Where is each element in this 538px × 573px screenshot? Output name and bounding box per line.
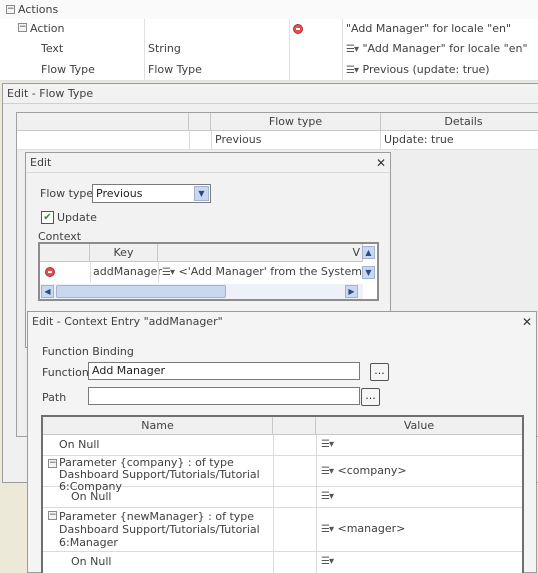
- context-entry-dialog: Edit - Context Entry "addManager" ✕ Func…: [27, 311, 537, 573]
- list-edit-icon[interactable]: ☰▾: [346, 39, 359, 60]
- scroll-left-icon[interactable]: ◀: [41, 285, 54, 298]
- scroll-down-icon[interactable]: ▼: [362, 266, 375, 279]
- horizontal-scrollbar[interactable]: ◀ ▶: [40, 284, 363, 299]
- chevron-down-icon[interactable]: ▼: [194, 186, 209, 201]
- col-key: Key: [90, 244, 158, 262]
- grid-row-actions[interactable]: − Actions: [0, 0, 538, 20]
- flow-type-select[interactable]: Previous ▼: [92, 184, 211, 203]
- row-name: Action: [30, 22, 65, 35]
- list-edit-icon[interactable]: ☰▾: [162, 267, 175, 278]
- context-value-cell: ☰▾ <'Add Manager' from the System mod: [162, 265, 362, 278]
- close-icon[interactable]: ✕: [376, 153, 386, 173]
- collapse-icon[interactable]: −: [48, 459, 57, 468]
- row-value-cell: ☰▾ Previous (update: true): [346, 59, 490, 80]
- close-icon[interactable]: ✕: [522, 312, 532, 332]
- scroll-thumb[interactable]: [56, 285, 226, 298]
- header-gap: [273, 417, 316, 435]
- table-row[interactable]: On Null ☰▾: [43, 552, 522, 573]
- context-key: addManager: [93, 265, 162, 278]
- row-type: Flow Type: [148, 63, 202, 76]
- flow-type-label: Flow type: [40, 187, 94, 200]
- list-edit-icon[interactable]: ☰▾: [346, 60, 359, 81]
- col-value: Value: [316, 417, 522, 435]
- collapse-icon[interactable]: −: [18, 23, 27, 32]
- path-input[interactable]: [88, 387, 360, 405]
- row-type: String: [148, 42, 181, 55]
- flowtype-row[interactable]: Previous Update: true: [17, 131, 538, 150]
- list-edit-icon[interactable]: ☰▾: [321, 491, 334, 502]
- function-input[interactable]: Add Manager: [88, 362, 360, 380]
- col-details: Details: [381, 113, 538, 131]
- table-row[interactable]: On Null ☰▾: [43, 435, 522, 456]
- function-browse-button[interactable]: ...: [370, 363, 389, 381]
- grid-row-text[interactable]: Text String ☰▾ "Add Manager" for locale …: [0, 38, 538, 60]
- update-checkbox[interactable]: ✔: [41, 211, 54, 224]
- list-edit-icon[interactable]: ☰▾: [321, 466, 334, 477]
- table-row[interactable]: On Null ☰▾: [43, 487, 522, 508]
- function-binding-label: Function Binding: [42, 345, 134, 358]
- dialog-title: Edit: [26, 153, 390, 173]
- path-label: Path: [42, 391, 67, 404]
- collapse-icon[interactable]: −: [48, 511, 57, 520]
- row-name: On Null: [59, 438, 100, 451]
- table-row[interactable]: − Parameter {newManager} : of type Dashb…: [43, 508, 522, 552]
- scroll-right-icon[interactable]: ▶: [345, 285, 358, 298]
- row-value: <company>: [337, 464, 407, 477]
- row-value: Previous (update: true): [362, 63, 490, 76]
- row-name: Parameter {newManager} : of type Dashboa…: [59, 510, 260, 549]
- delete-icon[interactable]: [293, 24, 303, 34]
- page: − Actions − Action "Add Manager" for loc…: [0, 0, 538, 573]
- grid-row-action[interactable]: − Action "Add Manager" for locale "en": [0, 19, 538, 39]
- table-row[interactable]: − Parameter {company} : of type Dashboar…: [43, 456, 522, 493]
- context-table: Key V addManager ☰▾ <'Add Manager' from …: [38, 242, 379, 301]
- row-name: Text: [41, 42, 64, 55]
- update-label: Update: [57, 211, 97, 224]
- list-edit-icon[interactable]: ☰▾: [321, 439, 334, 450]
- row-value-cell: ☰▾ "Add Manager" for locale "en": [346, 38, 528, 59]
- grid-row-flow-type[interactable]: Flow Type Flow Type ☰▾ Previous (update:…: [0, 59, 538, 81]
- scroll-up-icon[interactable]: ▲: [362, 246, 375, 259]
- binding-table: Name Value On Null ☰▾ − Parameter {compa…: [41, 415, 524, 573]
- header-gap: [189, 113, 211, 131]
- row-value-cell: ☰▾ <manager>: [321, 522, 405, 535]
- row-value-cell: ☰▾ <company>: [321, 464, 407, 477]
- collapse-icon[interactable]: −: [6, 5, 15, 14]
- header-blank: [17, 113, 189, 131]
- delete-icon[interactable]: [45, 267, 55, 277]
- flowtype-details: Update: true: [384, 133, 454, 146]
- row-value: "Add Manager" for locale "en": [346, 22, 511, 35]
- row-value: <manager>: [337, 522, 406, 535]
- list-edit-icon[interactable]: ☰▾: [321, 524, 334, 535]
- list-edit-icon[interactable]: ☰▾: [321, 556, 334, 567]
- col-name: Name: [43, 417, 273, 435]
- function-label: Function: [42, 366, 89, 379]
- flowtype-value: Previous: [215, 133, 262, 146]
- path-browse-button[interactable]: ...: [361, 388, 380, 406]
- row-name: Actions: [18, 3, 59, 16]
- row-name: On Null: [71, 555, 112, 568]
- dialog-title: Edit - Flow Type: [3, 84, 538, 104]
- col-value: V: [158, 244, 363, 262]
- row-value: "Add Manager" for locale "en": [362, 42, 528, 55]
- header-blank: [40, 244, 90, 262]
- dialog-title: Edit - Context Entry "addManager": [28, 312, 536, 332]
- row-name: Flow Type: [41, 63, 95, 76]
- col-flow-type: Flow type: [211, 113, 381, 131]
- flow-type-selected: Previous: [96, 187, 143, 200]
- row-name: On Null: [71, 490, 112, 503]
- context-value: <'Add Manager' from the System mod: [178, 265, 363, 278]
- context-row[interactable]: addManager ☰▾ <'Add Manager' from the Sy…: [40, 262, 363, 282]
